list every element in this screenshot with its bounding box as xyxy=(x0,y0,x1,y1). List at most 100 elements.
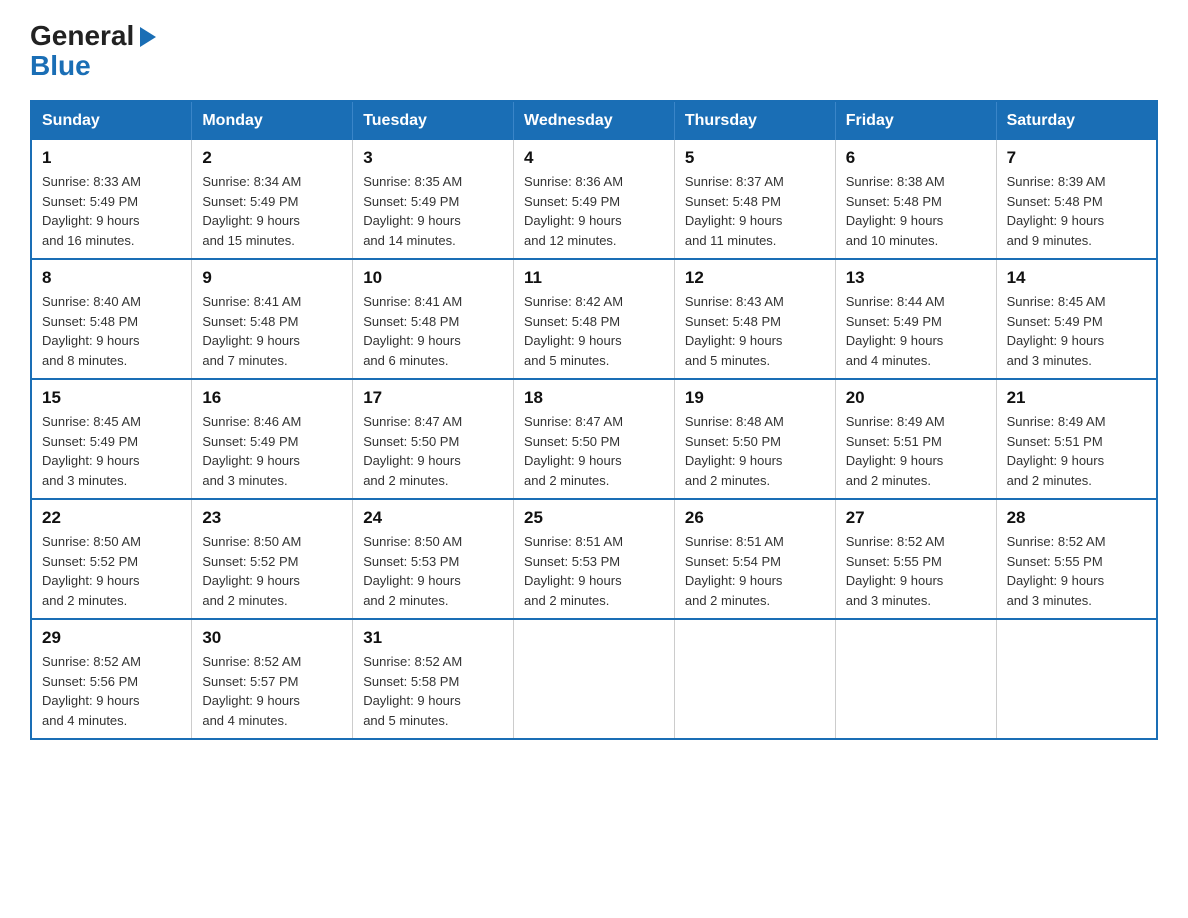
day-number: 29 xyxy=(42,628,181,648)
day-info: Sunrise: 8:52 AMSunset: 5:55 PMDaylight:… xyxy=(846,532,986,610)
week-row-4: 22 Sunrise: 8:50 AMSunset: 5:52 PMDaylig… xyxy=(31,499,1157,619)
day-number: 28 xyxy=(1007,508,1146,528)
day-number: 5 xyxy=(685,148,825,168)
col-header-tuesday: Tuesday xyxy=(353,101,514,140)
day-info: Sunrise: 8:52 AMSunset: 5:56 PMDaylight:… xyxy=(42,652,181,730)
day-number: 26 xyxy=(685,508,825,528)
day-number: 14 xyxy=(1007,268,1146,288)
calendar-cell xyxy=(996,619,1157,739)
day-info: Sunrise: 8:50 AMSunset: 5:52 PMDaylight:… xyxy=(202,532,342,610)
day-info: Sunrise: 8:44 AMSunset: 5:49 PMDaylight:… xyxy=(846,292,986,370)
calendar-cell: 22 Sunrise: 8:50 AMSunset: 5:52 PMDaylig… xyxy=(31,499,192,619)
day-info: Sunrise: 8:47 AMSunset: 5:50 PMDaylight:… xyxy=(524,412,664,490)
day-info: Sunrise: 8:37 AMSunset: 5:48 PMDaylight:… xyxy=(685,172,825,250)
logo-general-text: General xyxy=(30,20,134,52)
day-number: 19 xyxy=(685,388,825,408)
day-number: 24 xyxy=(363,508,503,528)
day-info: Sunrise: 8:38 AMSunset: 5:48 PMDaylight:… xyxy=(846,172,986,250)
day-number: 23 xyxy=(202,508,342,528)
calendar-cell: 3 Sunrise: 8:35 AMSunset: 5:49 PMDayligh… xyxy=(353,140,514,259)
calendar-cell: 16 Sunrise: 8:46 AMSunset: 5:49 PMDaylig… xyxy=(192,379,353,499)
day-info: Sunrise: 8:51 AMSunset: 5:54 PMDaylight:… xyxy=(685,532,825,610)
day-number: 21 xyxy=(1007,388,1146,408)
day-number: 6 xyxy=(846,148,986,168)
day-info: Sunrise: 8:49 AMSunset: 5:51 PMDaylight:… xyxy=(1007,412,1146,490)
calendar-cell: 11 Sunrise: 8:42 AMSunset: 5:48 PMDaylig… xyxy=(514,259,675,379)
day-info: Sunrise: 8:36 AMSunset: 5:49 PMDaylight:… xyxy=(524,172,664,250)
calendar-cell: 25 Sunrise: 8:51 AMSunset: 5:53 PMDaylig… xyxy=(514,499,675,619)
day-number: 15 xyxy=(42,388,181,408)
day-number: 31 xyxy=(363,628,503,648)
calendar-cell: 30 Sunrise: 8:52 AMSunset: 5:57 PMDaylig… xyxy=(192,619,353,739)
day-info: Sunrise: 8:52 AMSunset: 5:58 PMDaylight:… xyxy=(363,652,503,730)
calendar-cell: 9 Sunrise: 8:41 AMSunset: 5:48 PMDayligh… xyxy=(192,259,353,379)
calendar-cell: 28 Sunrise: 8:52 AMSunset: 5:55 PMDaylig… xyxy=(996,499,1157,619)
day-number: 20 xyxy=(846,388,986,408)
day-info: Sunrise: 8:50 AMSunset: 5:52 PMDaylight:… xyxy=(42,532,181,610)
logo-blue-text: Blue xyxy=(30,52,91,80)
calendar-cell: 1 Sunrise: 8:33 AMSunset: 5:49 PMDayligh… xyxy=(31,140,192,259)
calendar-cell: 14 Sunrise: 8:45 AMSunset: 5:49 PMDaylig… xyxy=(996,259,1157,379)
week-row-5: 29 Sunrise: 8:52 AMSunset: 5:56 PMDaylig… xyxy=(31,619,1157,739)
col-header-sunday: Sunday xyxy=(31,101,192,140)
day-info: Sunrise: 8:35 AMSunset: 5:49 PMDaylight:… xyxy=(363,172,503,250)
day-info: Sunrise: 8:52 AMSunset: 5:55 PMDaylight:… xyxy=(1007,532,1146,610)
day-number: 2 xyxy=(202,148,342,168)
calendar-cell: 8 Sunrise: 8:40 AMSunset: 5:48 PMDayligh… xyxy=(31,259,192,379)
calendar-cell: 5 Sunrise: 8:37 AMSunset: 5:48 PMDayligh… xyxy=(674,140,835,259)
calendar-cell: 21 Sunrise: 8:49 AMSunset: 5:51 PMDaylig… xyxy=(996,379,1157,499)
day-number: 12 xyxy=(685,268,825,288)
day-info: Sunrise: 8:40 AMSunset: 5:48 PMDaylight:… xyxy=(42,292,181,370)
day-number: 17 xyxy=(363,388,503,408)
week-row-3: 15 Sunrise: 8:45 AMSunset: 5:49 PMDaylig… xyxy=(31,379,1157,499)
col-header-monday: Monday xyxy=(192,101,353,140)
calendar-cell: 12 Sunrise: 8:43 AMSunset: 5:48 PMDaylig… xyxy=(674,259,835,379)
day-number: 13 xyxy=(846,268,986,288)
day-number: 30 xyxy=(202,628,342,648)
calendar-cell: 31 Sunrise: 8:52 AMSunset: 5:58 PMDaylig… xyxy=(353,619,514,739)
page-header: General Blue xyxy=(30,20,1158,80)
day-info: Sunrise: 8:33 AMSunset: 5:49 PMDaylight:… xyxy=(42,172,181,250)
day-info: Sunrise: 8:41 AMSunset: 5:48 PMDaylight:… xyxy=(363,292,503,370)
day-number: 27 xyxy=(846,508,986,528)
calendar-cell: 7 Sunrise: 8:39 AMSunset: 5:48 PMDayligh… xyxy=(996,140,1157,259)
day-info: Sunrise: 8:47 AMSunset: 5:50 PMDaylight:… xyxy=(363,412,503,490)
day-number: 3 xyxy=(363,148,503,168)
day-info: Sunrise: 8:45 AMSunset: 5:49 PMDaylight:… xyxy=(42,412,181,490)
calendar-cell: 27 Sunrise: 8:52 AMSunset: 5:55 PMDaylig… xyxy=(835,499,996,619)
day-info: Sunrise: 8:39 AMSunset: 5:48 PMDaylight:… xyxy=(1007,172,1146,250)
day-info: Sunrise: 8:51 AMSunset: 5:53 PMDaylight:… xyxy=(524,532,664,610)
calendar-cell: 15 Sunrise: 8:45 AMSunset: 5:49 PMDaylig… xyxy=(31,379,192,499)
day-info: Sunrise: 8:43 AMSunset: 5:48 PMDaylight:… xyxy=(685,292,825,370)
day-info: Sunrise: 8:50 AMSunset: 5:53 PMDaylight:… xyxy=(363,532,503,610)
calendar-cell: 4 Sunrise: 8:36 AMSunset: 5:49 PMDayligh… xyxy=(514,140,675,259)
day-number: 1 xyxy=(42,148,181,168)
day-number: 22 xyxy=(42,508,181,528)
calendar-cell: 19 Sunrise: 8:48 AMSunset: 5:50 PMDaylig… xyxy=(674,379,835,499)
day-info: Sunrise: 8:42 AMSunset: 5:48 PMDaylight:… xyxy=(524,292,664,370)
calendar-cell: 6 Sunrise: 8:38 AMSunset: 5:48 PMDayligh… xyxy=(835,140,996,259)
day-number: 25 xyxy=(524,508,664,528)
day-info: Sunrise: 8:34 AMSunset: 5:49 PMDaylight:… xyxy=(202,172,342,250)
calendar-cell: 24 Sunrise: 8:50 AMSunset: 5:53 PMDaylig… xyxy=(353,499,514,619)
calendar-cell: 29 Sunrise: 8:52 AMSunset: 5:56 PMDaylig… xyxy=(31,619,192,739)
logo-arrow-icon xyxy=(140,27,156,47)
day-info: Sunrise: 8:41 AMSunset: 5:48 PMDaylight:… xyxy=(202,292,342,370)
day-info: Sunrise: 8:46 AMSunset: 5:49 PMDaylight:… xyxy=(202,412,342,490)
calendar-cell xyxy=(835,619,996,739)
calendar-cell: 17 Sunrise: 8:47 AMSunset: 5:50 PMDaylig… xyxy=(353,379,514,499)
calendar-cell: 20 Sunrise: 8:49 AMSunset: 5:51 PMDaylig… xyxy=(835,379,996,499)
calendar-table: SundayMondayTuesdayWednesdayThursdayFrid… xyxy=(30,100,1158,740)
calendar-cell: 13 Sunrise: 8:44 AMSunset: 5:49 PMDaylig… xyxy=(835,259,996,379)
col-header-saturday: Saturday xyxy=(996,101,1157,140)
day-info: Sunrise: 8:48 AMSunset: 5:50 PMDaylight:… xyxy=(685,412,825,490)
col-header-friday: Friday xyxy=(835,101,996,140)
week-row-2: 8 Sunrise: 8:40 AMSunset: 5:48 PMDayligh… xyxy=(31,259,1157,379)
day-info: Sunrise: 8:45 AMSunset: 5:49 PMDaylight:… xyxy=(1007,292,1146,370)
col-header-wednesday: Wednesday xyxy=(514,101,675,140)
day-number: 7 xyxy=(1007,148,1146,168)
calendar-cell: 10 Sunrise: 8:41 AMSunset: 5:48 PMDaylig… xyxy=(353,259,514,379)
day-number: 11 xyxy=(524,268,664,288)
col-header-thursday: Thursday xyxy=(674,101,835,140)
day-number: 9 xyxy=(202,268,342,288)
